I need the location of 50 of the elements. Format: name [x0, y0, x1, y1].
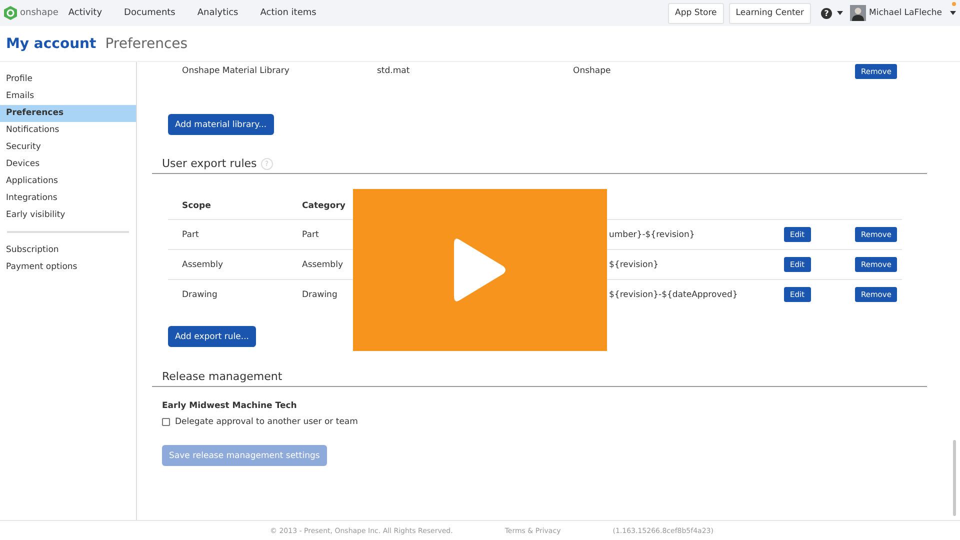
page-title: My account: [6, 36, 96, 52]
table-cell-text: Assembly: [182, 260, 224, 270]
table-cell-text: ${revision}: [609, 260, 660, 270]
sidebar-item[interactable]: Applications: [0, 173, 136, 190]
sidebar-item[interactable]: Subscription: [0, 242, 136, 259]
section-title: Release management: [162, 370, 282, 383]
nav-link[interactable]: Analytics: [197, 8, 238, 18]
column-header: Category: [302, 201, 346, 211]
sidebar-item[interactable]: Emails: [0, 88, 136, 105]
sidebar-item[interactable]: Payment options: [0, 259, 136, 276]
add-export-rule-button[interactable]: Add export rule...: [168, 326, 256, 347]
avatar-icon: [850, 5, 866, 21]
checkbox-label: Delegate approval to another user or team: [175, 417, 358, 427]
sidebar-item[interactable]: Security: [0, 139, 136, 156]
page-subtitle: Preferences: [105, 36, 188, 52]
table-cell-text: std.mat: [377, 66, 411, 76]
nav-link[interactable]: Activity: [68, 8, 102, 18]
checkbox[interactable]: [162, 418, 170, 426]
sidebar-item[interactable]: Profile: [0, 71, 136, 88]
scrollbar-thumb[interactable]: [953, 440, 956, 516]
table-cell-text: Drawing: [182, 290, 218, 300]
table-cell-text: Onshape Material Library: [182, 66, 290, 76]
sidebar-item[interactable]: Early visibility: [0, 207, 136, 224]
table-cell-text: Drawing: [302, 290, 338, 300]
play-icon: [454, 236, 506, 304]
help-icon[interactable]: ?: [821, 8, 832, 18]
sidebar-item[interactable]: Devices: [0, 156, 136, 173]
nav-link[interactable]: Documents: [124, 8, 176, 18]
caret-icon: [837, 11, 844, 15]
table-cell-text: ${revision}-${dateApproved}: [609, 290, 739, 300]
company-name: Early Midwest Machine Tech: [161, 401, 298, 411]
section-title: User export rules: [162, 157, 257, 170]
logo-text: onshape: [20, 8, 58, 18]
table-cell-text: umber}-${revision}: [609, 230, 696, 240]
table-cell-text: Onshape: [573, 66, 612, 76]
user-name[interactable]: Michael LaFleche: [869, 8, 942, 18]
add-material-library-button[interactable]: Add material library...: [168, 114, 274, 135]
caret-icon: [950, 11, 956, 15]
video-play-overlay[interactable]: [353, 189, 607, 351]
logo-icon: [4, 6, 17, 20]
table-cell-text: Part: [302, 230, 320, 240]
column-header: Scope: [182, 201, 212, 211]
sidebar-item[interactable]: Preferences: [0, 105, 136, 122]
nav-button[interactable]: App Store: [668, 2, 724, 24]
nav-button[interactable]: Learning Center: [728, 2, 812, 24]
table-cell-text: Part: [182, 230, 200, 240]
table-cell-text: Assembly: [302, 260, 344, 270]
sidebar-item[interactable]: Integrations: [0, 190, 136, 207]
nav-link[interactable]: Action items: [260, 8, 316, 18]
sidebar-item[interactable]: Notifications: [0, 122, 136, 139]
